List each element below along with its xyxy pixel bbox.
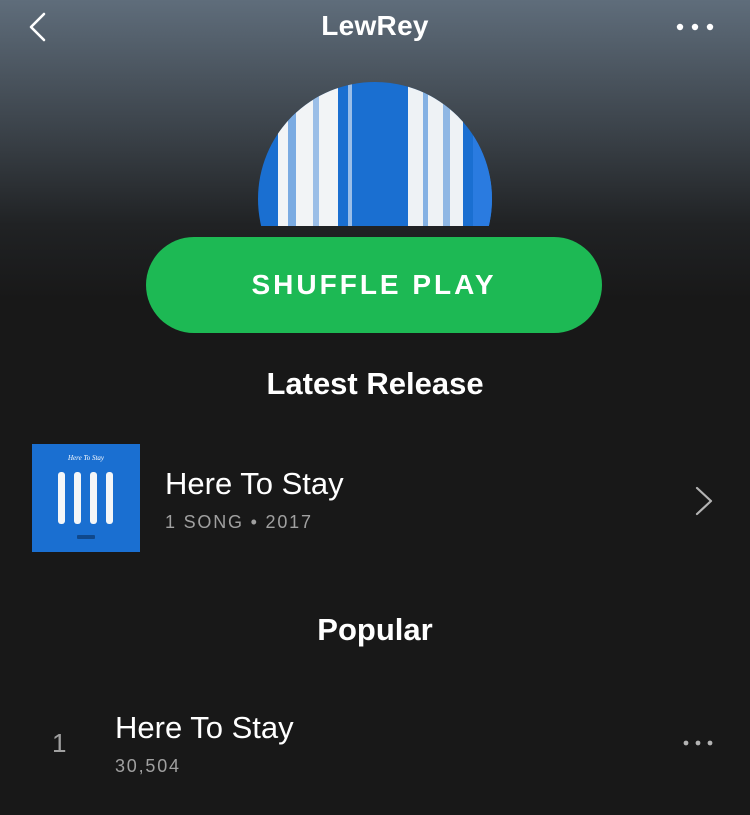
chevron-left-icon [29, 12, 46, 42]
album-art-caption: Here To Stay [67, 454, 105, 462]
back-button[interactable] [22, 10, 56, 44]
track-play-count: 30,504 [115, 756, 181, 776]
latest-release-item[interactable]: Here To Stay Here To Stay 1 SONG • 2017 [0, 432, 750, 564]
album-cover-image: Here To Stay [32, 444, 140, 552]
popular-heading: Popular [317, 612, 433, 647]
track-title: Here To Stay [115, 710, 294, 745]
release-meta: 1 SONG • 2017 [165, 512, 313, 532]
album-art: Here To Stay [32, 444, 140, 552]
page-title: LewRey [321, 10, 429, 41]
more-horizontal-icon [676, 23, 714, 31]
track-number: 1 [52, 728, 67, 758]
top-bar: LewRey [0, 0, 750, 54]
chevron-right-icon [695, 486, 713, 516]
track-more-button[interactable] [678, 732, 718, 754]
latest-release-heading: Latest Release [266, 366, 484, 401]
track-row[interactable]: 1 Here To Stay 30,504 [0, 700, 750, 790]
more-options-button[interactable] [670, 12, 720, 42]
release-title: Here To Stay [165, 466, 344, 501]
shuffle-play-button[interactable]: SHUFFLE PLAY [146, 237, 602, 333]
more-horizontal-icon [683, 740, 713, 746]
